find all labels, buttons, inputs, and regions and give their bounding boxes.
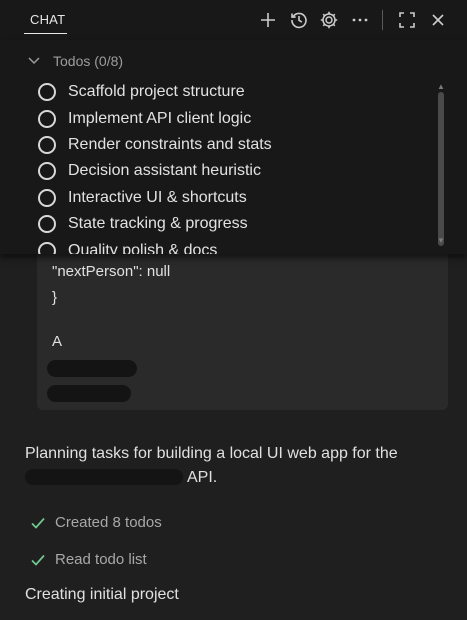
progress-status: Creating initial project: [25, 586, 179, 603]
code-line-a: A: [52, 333, 63, 350]
redacted-text: [25, 469, 183, 485]
todo-circle-icon[interactable]: [38, 241, 56, 254]
header-divider: [382, 10, 383, 30]
step-label: Created 8 todos: [55, 514, 162, 531]
todo-circle-icon[interactable]: [38, 109, 56, 128]
assistant-message: Planning tasks for building a local UI w…: [25, 442, 425, 490]
todo-item[interactable]: Quality polish & docs: [38, 237, 428, 254]
todo-label: Interactive UI & shortcuts: [68, 188, 247, 206]
todo-label: Decision assistant heuristic: [68, 162, 261, 180]
todos-header[interactable]: Todos (0/8): [28, 53, 123, 69]
todo-item[interactable]: Decision assistant heuristic: [38, 158, 428, 184]
step-label: Read todo list: [55, 551, 147, 568]
todo-item[interactable]: Implement API client logic: [38, 105, 428, 131]
todo-label: Quality polish & docs: [68, 241, 218, 254]
todo-label: State tracking & progress: [68, 215, 248, 233]
gear-icon[interactable]: [318, 9, 340, 31]
todo-list: Scaffold project structure Implement API…: [38, 79, 428, 254]
todo-circle-icon[interactable]: [38, 188, 56, 207]
chat-scrollbar[interactable]: [463, 254, 467, 620]
todo-label: Scaffold project structure: [68, 83, 245, 101]
check-icon: [31, 517, 47, 529]
chat-panel: CHAT "nextPerson": null} A Planning tas…: [0, 0, 467, 620]
todo-label: Render constraints and stats: [68, 135, 272, 153]
todos-scrollbar[interactable]: [438, 92, 444, 246]
ellipsis-icon[interactable]: [349, 9, 371, 31]
code-line-brace: }: [52, 289, 58, 306]
todo-circle-icon[interactable]: [38, 83, 56, 102]
chat-tab-title[interactable]: CHAT: [30, 12, 65, 27]
todo-label: Implement API client logic: [68, 109, 252, 127]
scroll-up-arrow-icon[interactable]: ▲: [437, 82, 445, 91]
maximize-icon[interactable]: [396, 9, 418, 31]
todo-item[interactable]: Interactive UI & shortcuts: [38, 185, 428, 211]
close-icon[interactable]: [427, 9, 449, 31]
todo-circle-icon[interactable]: [38, 162, 56, 181]
check-icon: [31, 554, 47, 566]
todo-item[interactable]: Render constraints and stats: [38, 132, 428, 158]
todo-circle-icon[interactable]: [38, 215, 56, 234]
code-line-next-person: "nextPerson": null: [52, 263, 171, 280]
chat-header: CHAT: [0, 0, 467, 40]
todo-item[interactable]: State tracking & progress: [38, 211, 428, 237]
active-tab-underline: [24, 33, 67, 34]
chevron-down-icon: [28, 57, 42, 65]
planning-text: Planning tasks for building a local UI w…: [25, 445, 398, 462]
step-created-todos[interactable]: Created 8 todos: [31, 514, 162, 531]
todo-circle-icon[interactable]: [38, 135, 56, 154]
scroll-down-arrow-icon[interactable]: ▼: [437, 236, 445, 245]
history-icon[interactable]: [288, 9, 310, 31]
todos-title: Todos (0/8): [53, 53, 124, 69]
todos-panel: Todos (0/8) Scaffold project structure I…: [0, 40, 467, 254]
planning-suffix: API.: [187, 469, 218, 486]
step-read-todo-list[interactable]: Read todo list: [31, 551, 147, 568]
todo-item[interactable]: Scaffold project structure: [38, 79, 428, 105]
redacted-text: [47, 385, 131, 402]
redacted-text: [47, 360, 137, 377]
plus-icon[interactable]: [257, 9, 279, 31]
